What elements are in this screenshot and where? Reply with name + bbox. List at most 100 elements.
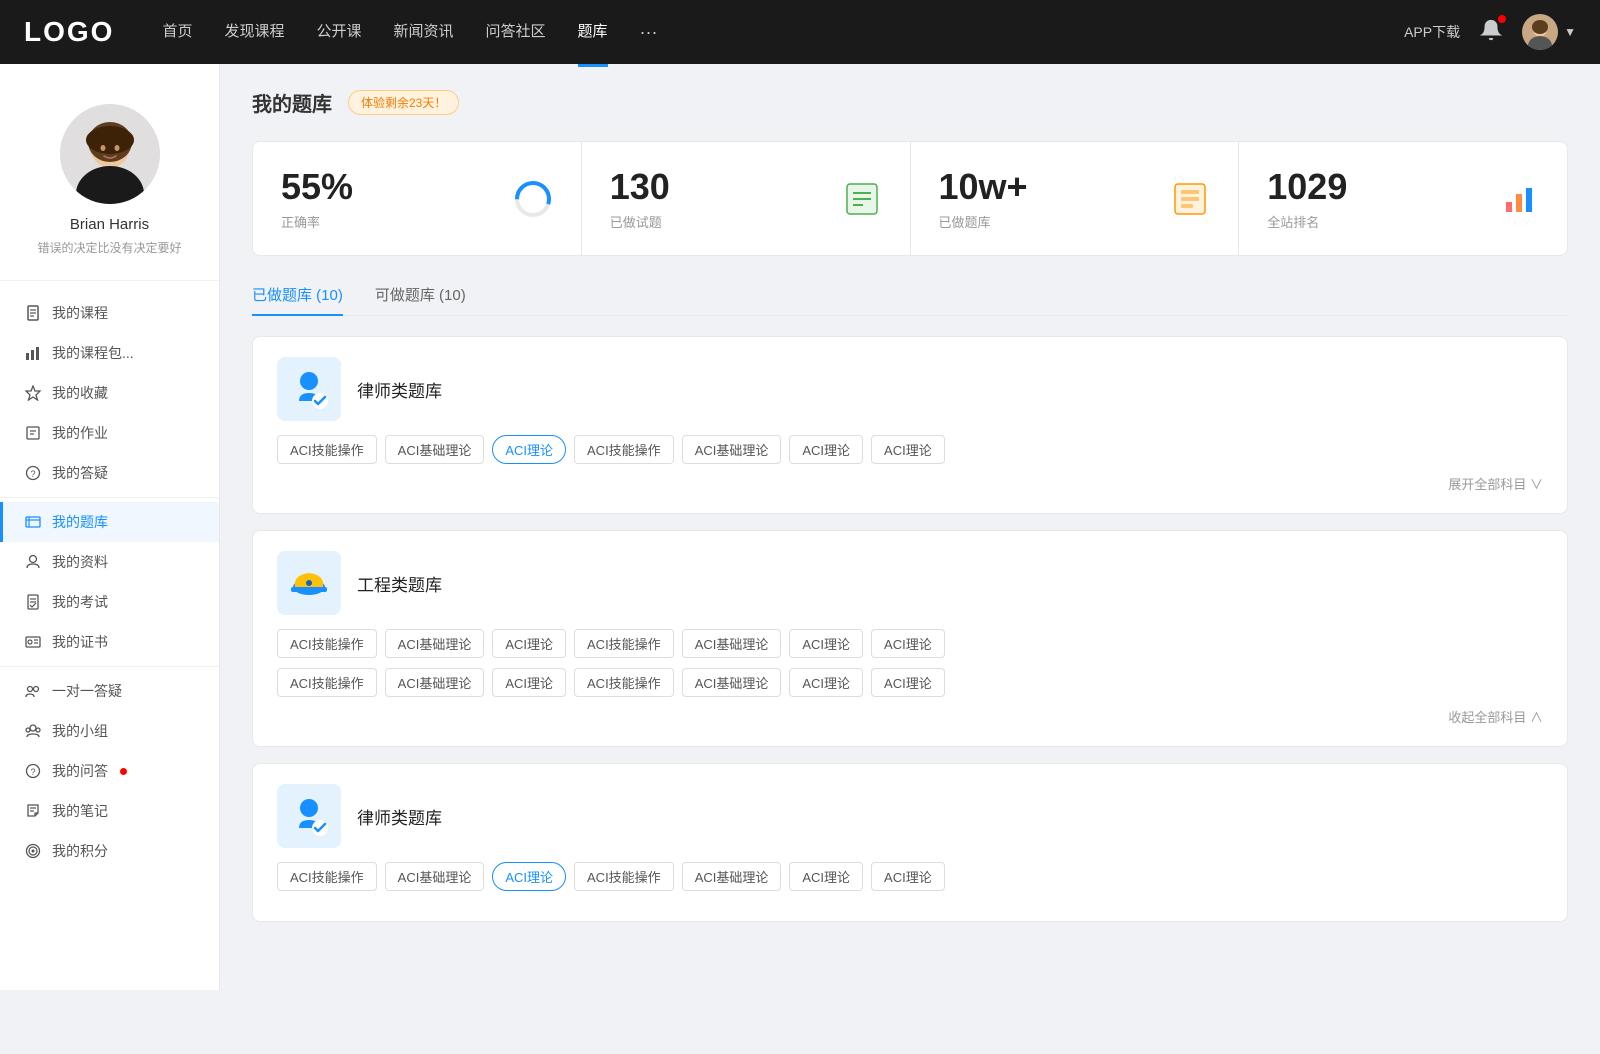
sidebar-label-favorites: 我的收藏 [52, 383, 108, 403]
tag[interactable]: ACI理论 [789, 629, 863, 658]
tag[interactable]: ACI技能操作 [574, 629, 674, 658]
book-icon [1170, 179, 1210, 219]
sidebar-label-profile: 我的资料 [52, 552, 108, 572]
svg-text:?: ? [31, 469, 36, 479]
tag[interactable]: ACI技能操作 [277, 629, 377, 658]
sidebar-label-qa: 我的答疑 [52, 463, 108, 483]
nav-bank[interactable]: 题库 [578, 20, 608, 45]
tag[interactable]: ACI技能操作 [574, 862, 674, 891]
star-icon [24, 384, 42, 402]
sidebar-item-bank[interactable]: 我的题库 [0, 502, 219, 542]
sidebar-label-courses: 我的课程 [52, 303, 108, 323]
lawyer-icon [277, 357, 341, 421]
app-download-button[interactable]: APP下载 [1404, 22, 1460, 42]
sidebar-item-cert[interactable]: 我的证书 [0, 622, 219, 662]
stat-rank: 1029 全站排名 [1239, 142, 1567, 255]
tag[interactable]: ACI理论 [789, 862, 863, 891]
bank-card-engineer: 工程类题库 ACI技能操作 ACI基础理论 ACI理论 ACI技能操作 ACI基… [252, 530, 1568, 747]
stat-rank-label: 全站排名 [1267, 212, 1483, 231]
sidebar: Brian Harris 错误的决定比没有决定要好 我的课程 [0, 64, 220, 990]
main-content: 我的题库 体验剩余23天！ 55% 正确率 [220, 64, 1600, 990]
tag[interactable]: ACI基础理论 [385, 862, 485, 891]
tag[interactable]: ACI理论 [789, 668, 863, 697]
user-avatar-menu[interactable]: ▼ [1522, 14, 1576, 50]
tag[interactable]: ACI技能操作 [277, 862, 377, 891]
nav-menu: 首页 发现课程 公开课 新闻资讯 问答社区 题库 ··· [162, 20, 1404, 45]
stat-accuracy-value: 55% [281, 166, 497, 208]
tab-done[interactable]: 已做题库 (10) [252, 284, 343, 315]
tag[interactable]: ACI理论 [871, 668, 945, 697]
file-icon [24, 304, 42, 322]
sidebar-label-bank: 我的题库 [52, 512, 108, 532]
sidebar-item-group[interactable]: 我的小组 [0, 711, 219, 751]
note-icon [24, 802, 42, 820]
nav-qa[interactable]: 问答社区 [486, 20, 546, 45]
tag[interactable]: ACI理论 [871, 435, 945, 464]
tag[interactable]: ACI技能操作 [574, 668, 674, 697]
bank-title-lawyer-1: 律师类题库 [357, 377, 442, 402]
notification-bell[interactable] [1480, 19, 1502, 46]
tag[interactable]: ACI基础理论 [385, 629, 485, 658]
sidebar-item-profile[interactable]: 我的资料 [0, 542, 219, 582]
sidebar-menu: 我的课程 我的课程包... 我的收藏 [0, 281, 219, 883]
tag[interactable]: ACI基础理论 [385, 668, 485, 697]
list-icon [842, 179, 882, 219]
stat-questions: 130 已做试题 [582, 142, 910, 255]
sidebar-item-exam[interactable]: 我的考试 [0, 582, 219, 622]
tag[interactable]: ACI理论 [492, 629, 566, 658]
tag[interactable]: ACI技能操作 [574, 435, 674, 464]
exam-icon [24, 593, 42, 611]
lawyer-icon-2 [277, 784, 341, 848]
tag[interactable]: ACI基础理论 [682, 435, 782, 464]
stat-rank-value: 1029 [1267, 166, 1483, 208]
sidebar-item-course-pack[interactable]: 我的课程包... [0, 333, 219, 373]
bank-card-lawyer-1: 律师类题库 ACI技能操作 ACI基础理论 ACI理论 ACI技能操作 ACI基… [252, 336, 1568, 514]
sidebar-item-notes[interactable]: 我的笔记 [0, 791, 219, 831]
nav-news[interactable]: 新闻资讯 [394, 20, 454, 45]
sidebar-label-course-pack: 我的课程包... [52, 343, 134, 363]
stat-banks: 10w+ 已做题库 [911, 142, 1239, 255]
tag[interactable]: ACI基础理论 [682, 629, 782, 658]
engineer-icon [277, 551, 341, 615]
divider-2 [0, 666, 219, 667]
svg-text:?: ? [31, 767, 36, 777]
tag[interactable]: ACI技能操作 [277, 435, 377, 464]
tag[interactable]: ACI理论 [871, 629, 945, 658]
stats-row: 55% 正确率 130 已做试题 [252, 141, 1568, 256]
tag[interactable]: ACI理论 [871, 862, 945, 891]
tags-row-engineer-1: ACI技能操作 ACI基础理论 ACI理论 ACI技能操作 ACI基础理论 AC… [277, 629, 1543, 658]
tag-active[interactable]: ACI理论 [492, 435, 566, 464]
bank-title-lawyer-2: 律师类题库 [357, 804, 442, 829]
tag[interactable]: ACI理论 [789, 435, 863, 464]
sidebar-label-homework: 我的作业 [52, 423, 108, 443]
group-icon [24, 722, 42, 740]
tag-active[interactable]: ACI理论 [492, 862, 566, 891]
tag[interactable]: ACI技能操作 [277, 668, 377, 697]
logo[interactable]: LOGO [24, 16, 114, 48]
sidebar-item-homework[interactable]: 我的作业 [0, 413, 219, 453]
sidebar-item-favorites[interactable]: 我的收藏 [0, 373, 219, 413]
tag[interactable]: ACI基础理论 [682, 668, 782, 697]
sidebar-item-one2one[interactable]: 一对一答疑 [0, 671, 219, 711]
expand-link-lawyer-1[interactable]: 展开全部科目 ∨ [277, 474, 1543, 493]
profile-section: Brian Harris 错误的决定比没有决定要好 [0, 88, 219, 281]
nav-more[interactable]: ··· [640, 22, 658, 43]
tags-row-lawyer-2: ACI技能操作 ACI基础理论 ACI理论 ACI技能操作 ACI基础理论 AC… [277, 862, 1543, 891]
sidebar-item-question[interactable]: ? 我的问答 [0, 751, 219, 791]
bank-card-lawyer-2: 律师类题库 ACI技能操作 ACI基础理论 ACI理论 ACI技能操作 ACI基… [252, 763, 1568, 922]
nav-open[interactable]: 公开课 [316, 20, 361, 45]
divider-1 [0, 497, 219, 498]
sidebar-item-points[interactable]: 我的积分 [0, 831, 219, 871]
tag[interactable]: ACI理论 [492, 668, 566, 697]
sidebar-item-qa[interactable]: ? 我的答疑 [0, 453, 219, 493]
tab-available[interactable]: 可做题库 (10) [375, 284, 466, 315]
sidebar-label-points: 我的积分 [52, 841, 108, 861]
tag[interactable]: ACI基础理论 [682, 862, 782, 891]
nav-discover[interactable]: 发现课程 [224, 20, 284, 45]
stat-banks-label: 已做题库 [939, 212, 1155, 231]
collapse-link-engineer[interactable]: 收起全部科目 ∧ [277, 707, 1543, 726]
nav-home[interactable]: 首页 [162, 20, 192, 45]
tabs-row: 已做题库 (10) 可做题库 (10) [252, 284, 1568, 316]
sidebar-item-courses[interactable]: 我的课程 [0, 293, 219, 333]
tag[interactable]: ACI基础理论 [385, 435, 485, 464]
